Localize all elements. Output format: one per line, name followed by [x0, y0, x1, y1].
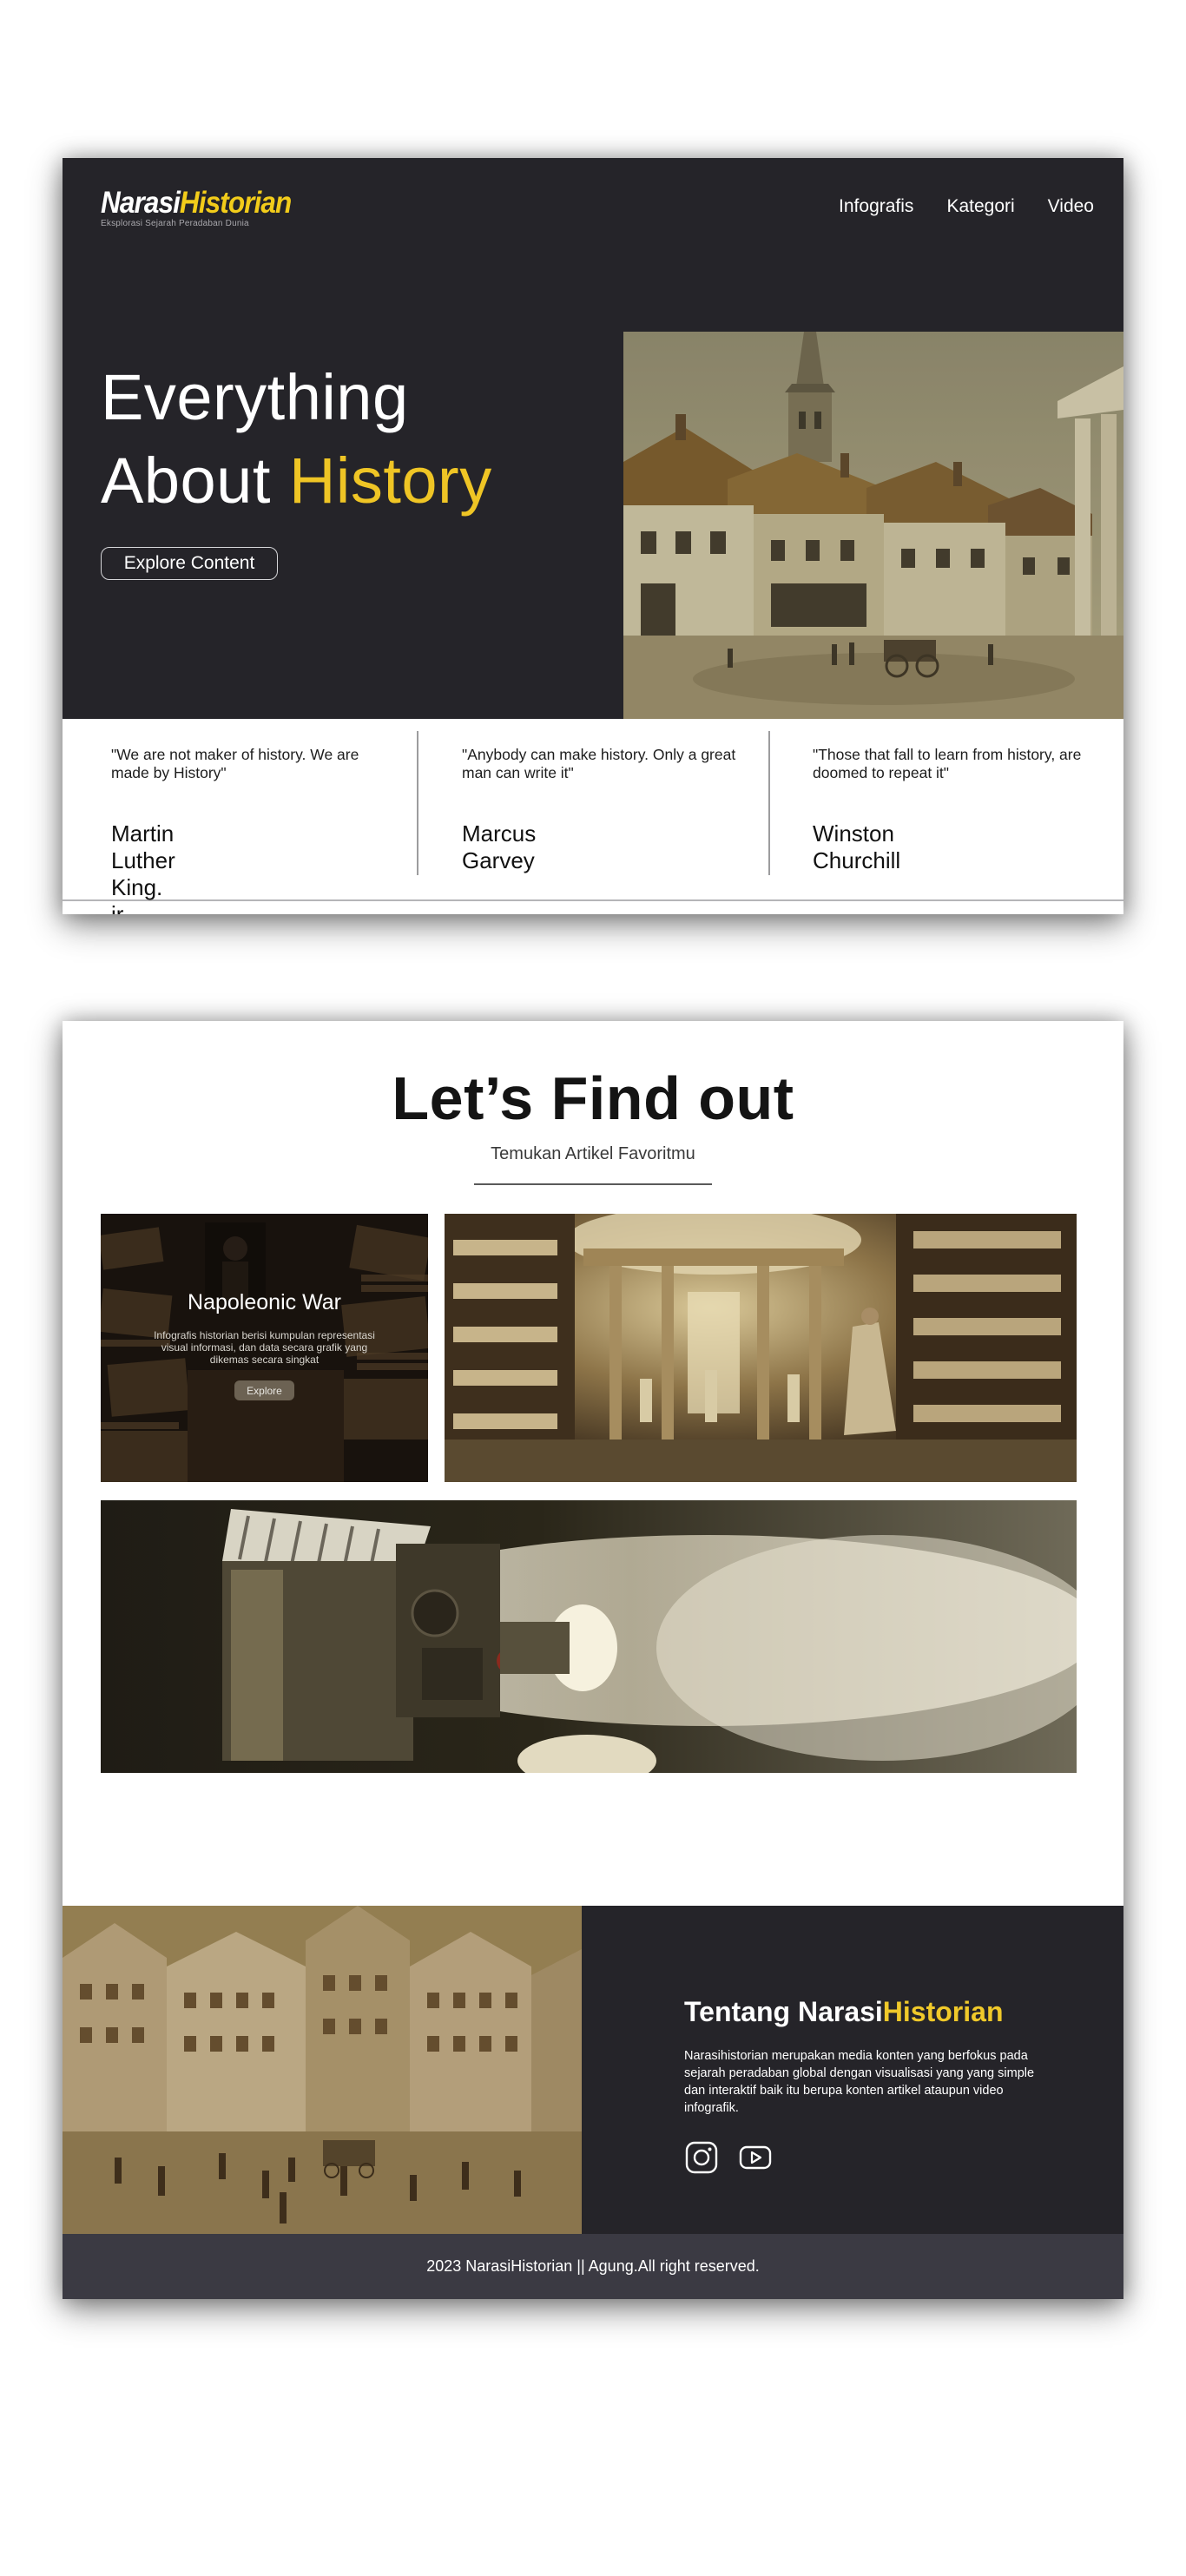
- nav-item-video[interactable]: Video: [1048, 196, 1094, 217]
- nav-item-kategori[interactable]: Kategori: [946, 196, 1014, 217]
- nav-item-infografis[interactable]: Infografis: [839, 196, 913, 217]
- site-logo[interactable]: NarasiHistorian: [101, 186, 292, 221]
- quote-text: "Those that fall to learn from history, …: [813, 746, 1082, 781]
- instagram-icon[interactable]: [684, 2140, 719, 2175]
- napoleonic-war-description: Infografis historian berisi kumpulan rep…: [154, 1329, 375, 1366]
- copyright-bar: 2023 NarasiHistorian || Agung.All right …: [63, 2234, 1123, 2299]
- hero-title-line-2-prefix: About: [101, 445, 289, 517]
- quote-text: "Anybody can make history. Only a great …: [462, 746, 736, 781]
- find-out-title: Let’s Find out: [392, 1064, 794, 1132]
- quote-author: Martin Luther King. jr: [111, 820, 175, 914]
- about-title-highlight: Historian: [882, 1996, 1004, 2027]
- medieval-square-illustration: [63, 1906, 582, 2234]
- napoleonic-war-overlay: Napoleonic War Infografis historian beri…: [101, 1214, 428, 1482]
- napoleonic-war-title: Napoleonic War: [188, 1290, 341, 1314]
- explore-content-button[interactable]: Explore Content: [101, 547, 278, 580]
- hero-town-painting: [623, 332, 1123, 719]
- about-title: Tentang NarasiHistorian: [684, 1996, 1003, 2028]
- hero-section: NarasiHistorian Eksplorasi Sejarah Perad…: [63, 158, 1123, 719]
- medieval-square-painting: [63, 1906, 582, 2234]
- find-out-card: Let’s Find out Temukan Artikel Favoritmu: [63, 1021, 1123, 2299]
- projector-image: [101, 1500, 1077, 1773]
- about-description: Narasihistorian merupakan media konten y…: [684, 2049, 1035, 2115]
- hero-card: NarasiHistorian Eksplorasi Sejarah Perad…: [63, 158, 1123, 914]
- subtitle-underline: [474, 1183, 712, 1185]
- logo-tagline: Eksplorasi Sejarah Peradaban Dunia: [101, 219, 249, 228]
- about-title-prefix: Tentang Narasi: [684, 1996, 883, 2027]
- hero-title-line-1: Everything: [101, 361, 409, 433]
- find-out-subtitle: Temukan Artikel Favoritmu: [491, 1144, 695, 1163]
- quote-author: Winston Churchill: [813, 820, 901, 873]
- quote-divider: [417, 731, 418, 875]
- hero-title: Everything About History: [101, 356, 492, 523]
- main-nav: Infografis Kategori Video: [839, 196, 1094, 217]
- napoleonic-war-explore-button[interactable]: Explore: [234, 1380, 294, 1400]
- library-card[interactable]: [445, 1214, 1077, 1482]
- about-section: Tentang NarasiHistorian Narasihistorian …: [63, 1906, 1123, 2234]
- youtube-icon[interactable]: [738, 2140, 773, 2175]
- logo-part-2: Historian: [179, 186, 292, 220]
- logo-part-1: Narasi: [101, 186, 181, 220]
- quote-text: "We are not maker of history. We are mad…: [111, 746, 359, 781]
- quote-divider: [768, 731, 770, 875]
- hero-title-highlight: History: [288, 445, 492, 517]
- napoleonic-war-card[interactable]: Napoleonic War Infografis historian beri…: [101, 1214, 428, 1482]
- quote-author: Marcus Garvey: [462, 820, 537, 873]
- video-projector-card[interactable]: [101, 1500, 1077, 1773]
- town-painting-illustration: [623, 332, 1123, 719]
- ancient-library-image: [445, 1214, 1077, 1482]
- quotes-section: "We are not maker of history. We are mad…: [63, 719, 1123, 914]
